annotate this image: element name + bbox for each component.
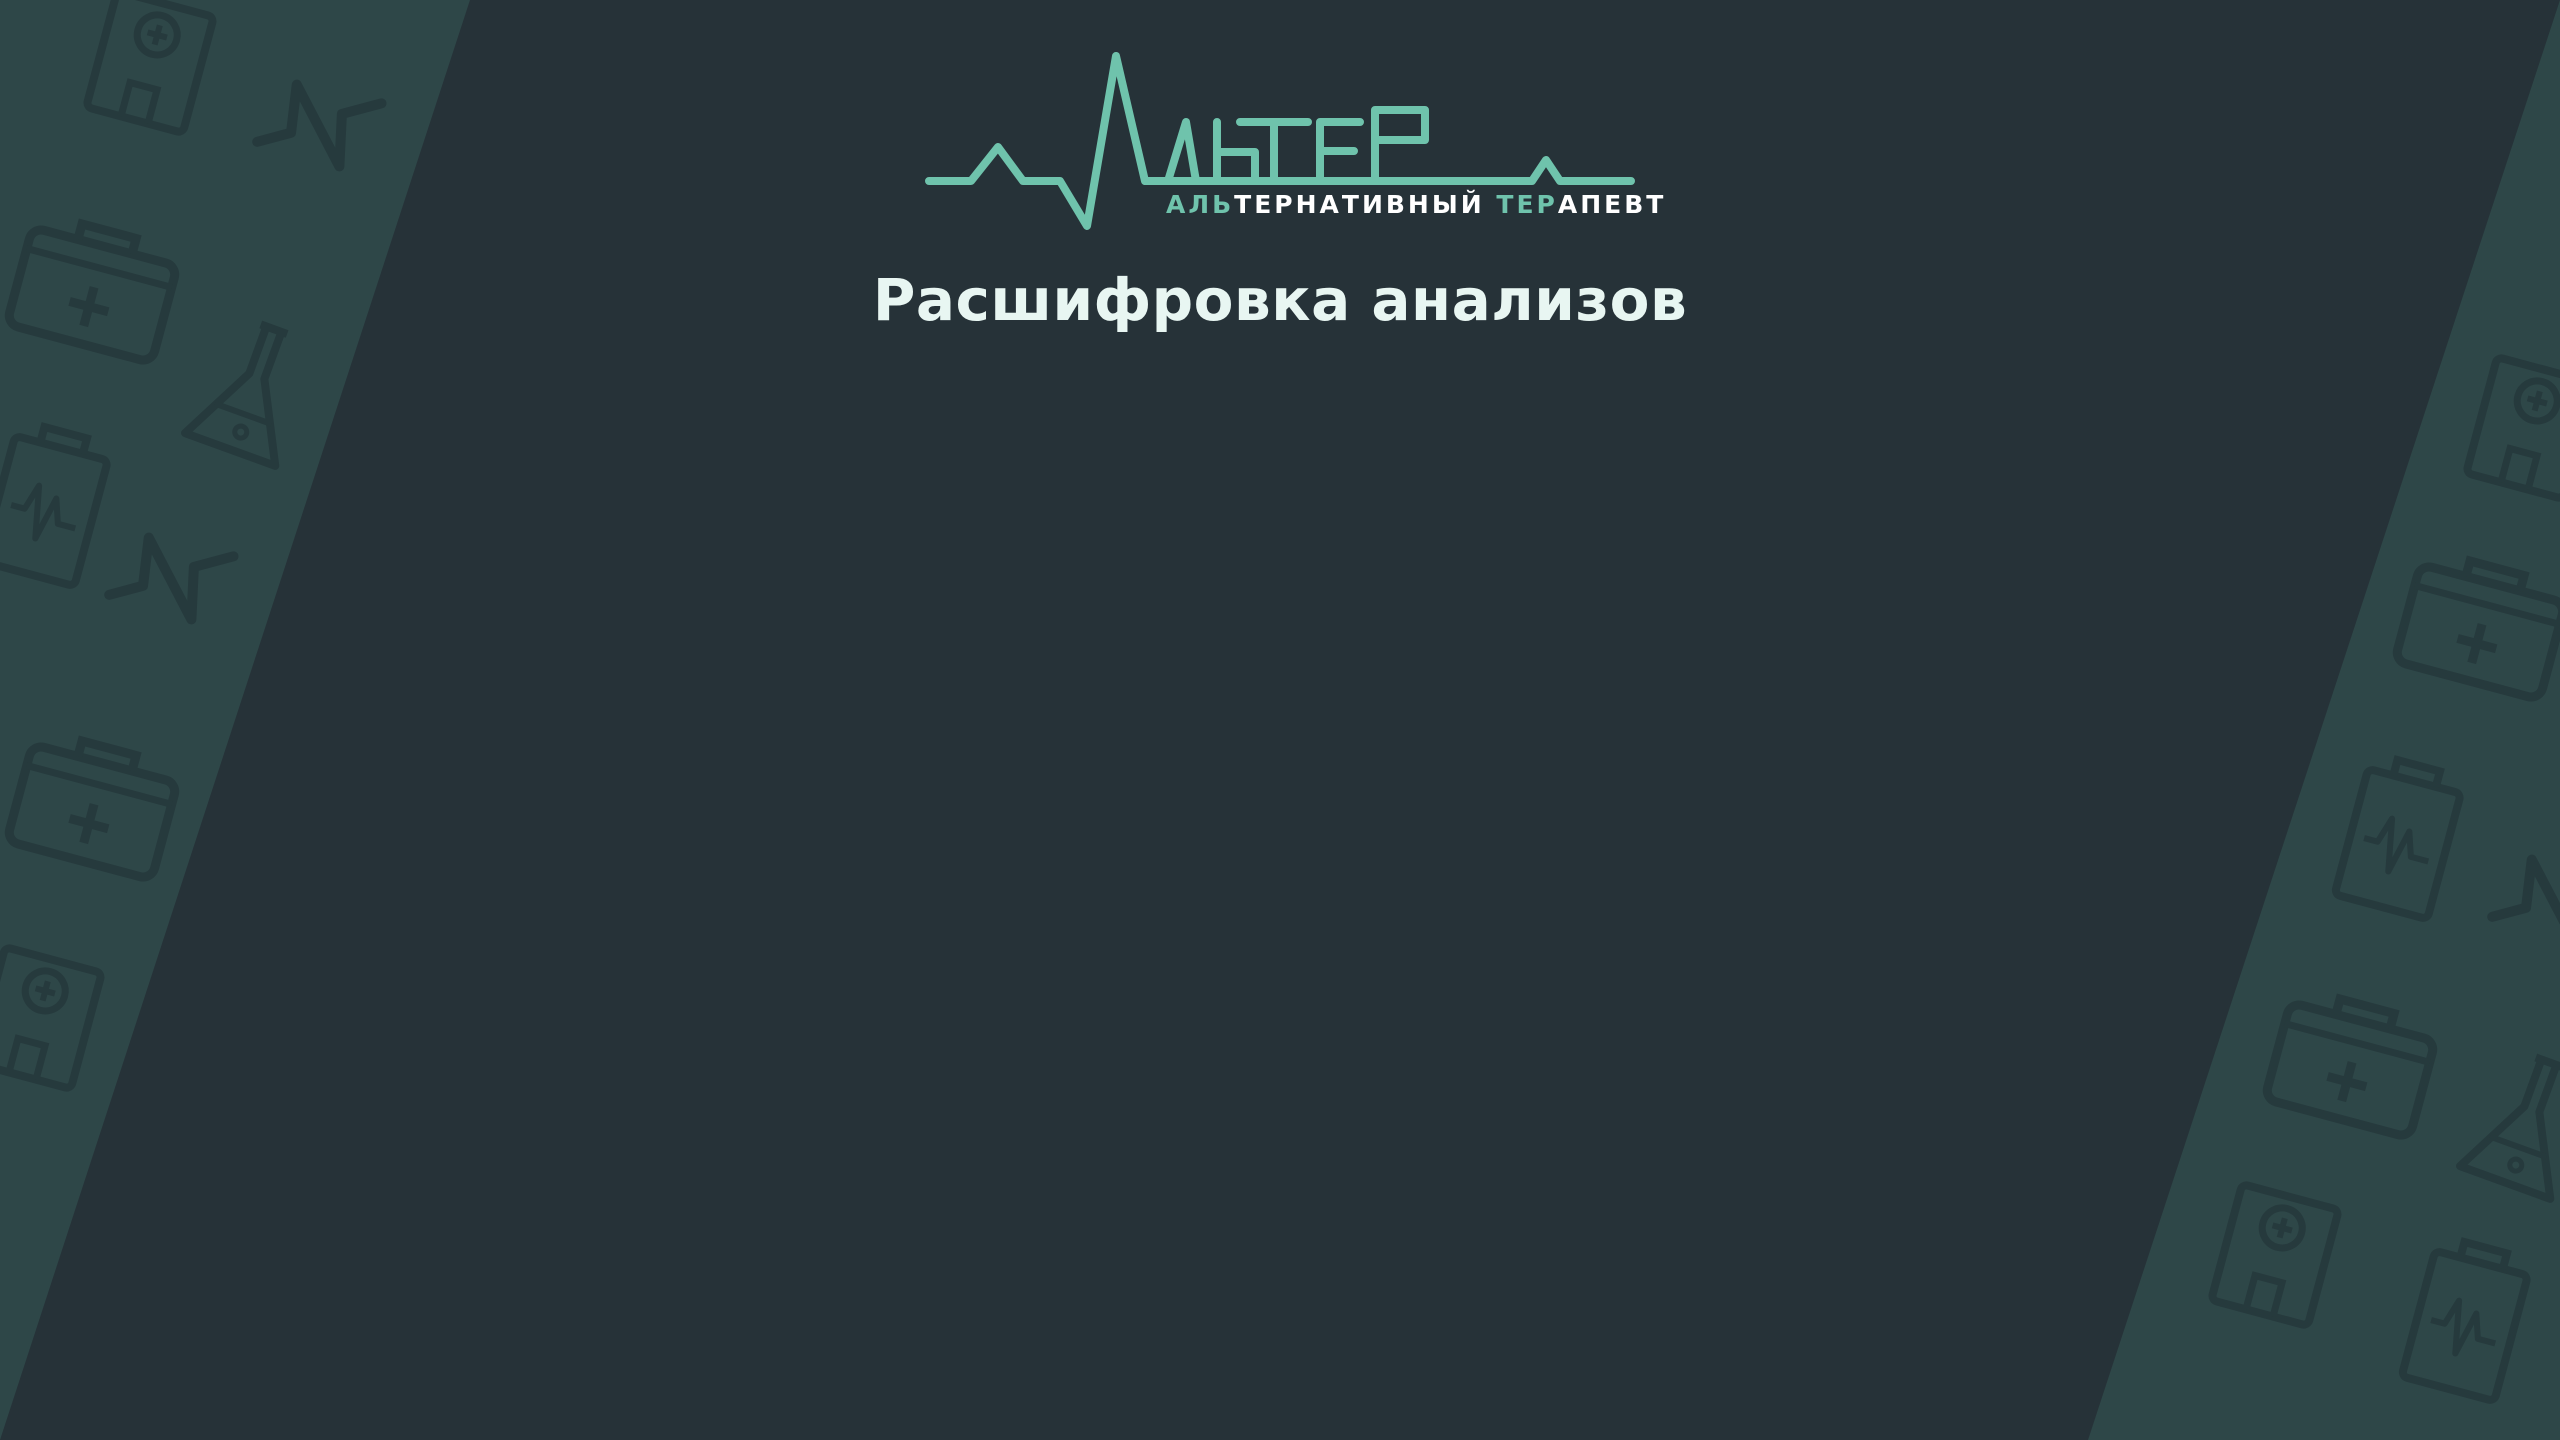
logo-subtitle: АЛЬТЕРНАТИВНЫЙ ТЕРАПЕВТ	[1166, 190, 1666, 219]
logo-subtitle-part-4: АПЕВТ	[1557, 190, 1667, 219]
page-root: АЛЬТЕРНАТИВНЫЙ ТЕРАПЕВТ Расшифровка анал…	[0, 0, 2560, 1440]
page-title: Расшифровка анализов	[872, 266, 1688, 334]
logo-subtitle-part-2: ТЕРНАТИВНЫЙ	[1234, 190, 1497, 219]
logo-subtitle-part-1: АЛЬ	[1166, 190, 1235, 219]
logo-subtitle-part-3: ТЕР	[1496, 190, 1558, 219]
